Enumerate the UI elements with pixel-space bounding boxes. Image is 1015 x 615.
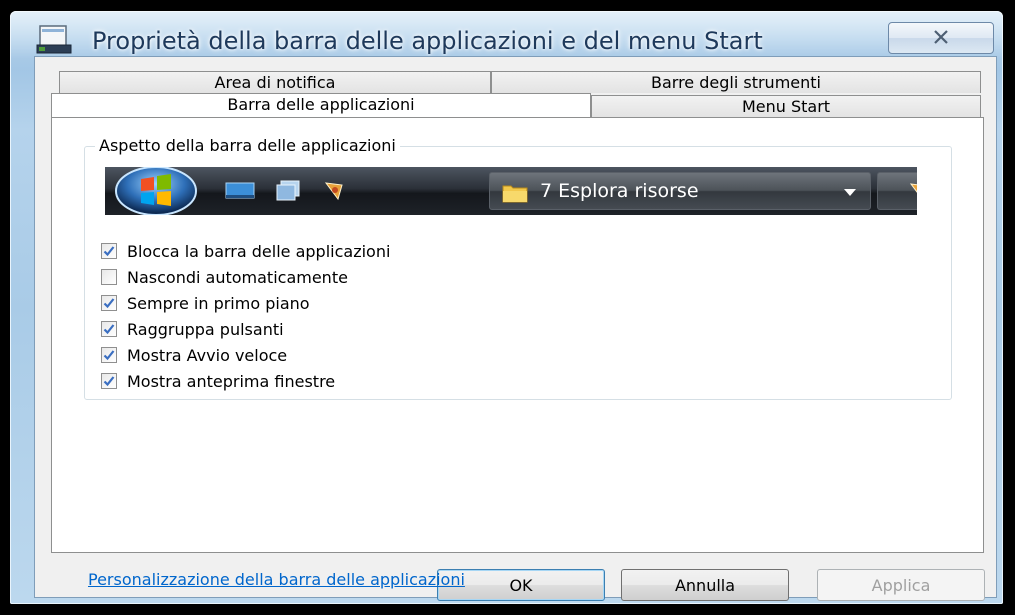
option-label: Mostra anteprima finestre	[127, 372, 336, 391]
option-label: Mostra Avvio veloce	[127, 346, 288, 365]
option-label: Sempre in primo piano	[127, 294, 310, 313]
dialog-window: Proprietà della barra delle applicazioni…	[10, 11, 1003, 604]
tab-barra-delle-applicazioni[interactable]: Barra delle applicazioni	[51, 93, 591, 117]
appearance-group: Aspetto della barra delle applicazioni 7…	[84, 136, 952, 400]
checkmark-icon	[103, 376, 115, 387]
taskbar-preview: 7 Esplora risorse	[105, 167, 917, 215]
close-icon	[934, 30, 948, 44]
cancel-button[interactable]: Annulla	[621, 569, 789, 601]
show-desktop-icon	[225, 182, 255, 199]
folder-icon	[502, 185, 528, 203]
checkbox[interactable]	[101, 295, 117, 311]
checkmark-icon	[103, 246, 115, 257]
checkmark-icon	[103, 298, 115, 309]
taskbar-button-partial	[877, 172, 917, 210]
option-label: Nascondi automaticamente	[127, 268, 348, 287]
close-button[interactable]	[888, 22, 994, 54]
checkbox[interactable]	[101, 243, 117, 259]
taskbar-button-explorer[interactable]: 7 Esplora risorse	[489, 172, 871, 210]
tab-area-di-notifica[interactable]: Area di notifica	[59, 71, 491, 93]
apply-button[interactable]: Applica	[817, 569, 985, 601]
media-player-icon	[324, 182, 343, 201]
tab-menu-start[interactable]: Menu Start	[591, 95, 981, 117]
group-label: Aspetto della barra delle applicazioni	[95, 136, 400, 155]
chevron-down-icon	[844, 189, 856, 196]
media-player-icon	[909, 183, 917, 193]
checkbox[interactable]	[101, 347, 117, 363]
taskbar-button-label: 7 Esplora risorse	[540, 180, 699, 202]
customize-taskbar-link[interactable]: Personalizzazione della barra delle appl…	[88, 570, 465, 589]
checkmark-icon	[103, 324, 115, 335]
checkmark-icon	[103, 350, 115, 361]
checkbox[interactable]	[101, 269, 117, 285]
option-label: Blocca la barra delle applicazioni	[127, 242, 391, 261]
tab-page: Aspetto della barra delle applicazioni 7…	[51, 117, 984, 589]
window-title: Proprietà della barra delle applicazioni…	[92, 27, 763, 55]
option-label: Raggruppa pulsanti	[127, 320, 284, 339]
checkbox[interactable]	[101, 373, 117, 389]
taskbar-properties-icon	[36, 25, 72, 54]
switch-windows-icon	[276, 180, 300, 201]
tab-barre-degli-strumenti[interactable]: Barre degli strumenti	[491, 71, 981, 93]
dialog-client-area: Area di notifica Barre degli strumenti B…	[34, 56, 997, 601]
checkbox[interactable]	[101, 321, 117, 337]
start-orb-icon	[115, 167, 197, 215]
